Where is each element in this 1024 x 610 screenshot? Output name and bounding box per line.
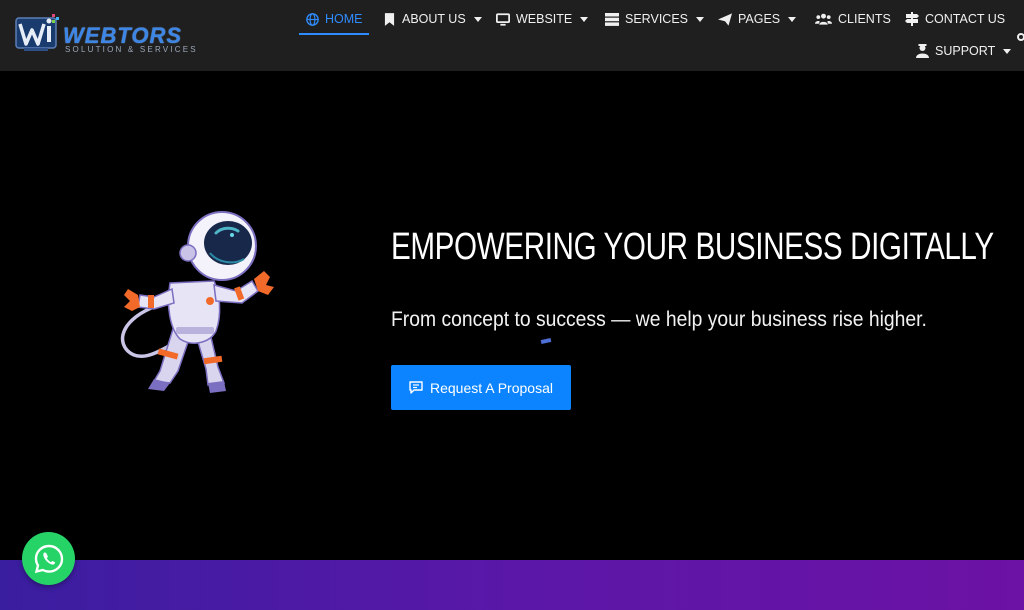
nav-about-us[interactable]: ABOUT US	[382, 9, 482, 29]
chevron-down-icon	[696, 16, 704, 22]
nav-services[interactable]: SERVICES	[605, 9, 704, 29]
globe-icon	[305, 12, 319, 26]
brand-logo[interactable]: WEBTORS SOLUTION & SERVICES	[14, 8, 204, 60]
active-nav-indicator	[299, 33, 369, 35]
next-section-band	[0, 560, 1024, 610]
hero-subtitle: From concept to success — we help your b…	[391, 308, 927, 331]
nav-website-label: WEBSITE	[516, 12, 573, 26]
nav-clients-label: CLIENTS	[838, 12, 891, 26]
nav-support-label: SUPPORT	[935, 44, 996, 58]
scroll-indicator	[1017, 33, 1024, 41]
chevron-down-icon	[473, 16, 482, 22]
nav-pages-label: PAGES	[738, 12, 781, 26]
site-header: WEBTORS SOLUTION & SERVICES HOME ABOUT U…	[0, 0, 1024, 71]
paper-plane-icon	[718, 12, 732, 26]
users-icon	[814, 12, 832, 26]
whatsapp-chat-button[interactable]	[22, 532, 75, 585]
chevron-down-icon	[1003, 48, 1012, 54]
chevron-down-icon	[788, 16, 797, 22]
nav-clients[interactable]: CLIENTS	[814, 9, 891, 29]
bookmark-icon	[382, 12, 396, 26]
hero-title: EMPOWERING YOUR BUSINESS DIGITALLY	[391, 226, 994, 268]
message-icon	[409, 381, 423, 394]
support-agent-icon	[915, 44, 929, 58]
request-proposal-label: Request A Proposal	[430, 379, 553, 396]
nav-support[interactable]: SUPPORT	[915, 41, 1012, 61]
monitor-icon	[496, 12, 510, 26]
nav-contact-us-label: CONTACT US	[925, 12, 1006, 26]
astronaut-illustration	[120, 211, 274, 393]
signpost-icon	[905, 12, 919, 26]
nav-services-label: SERVICES	[625, 12, 688, 26]
hero-section: EMPOWERING YOUR BUSINESS DIGITALLY From …	[0, 71, 1024, 560]
nav-home-label: HOME	[325, 12, 363, 26]
nav-contact-us[interactable]: CONTACT US	[905, 9, 1005, 29]
nav-about-us-label: ABOUT US	[402, 12, 466, 26]
brand-mark-icon	[15, 14, 59, 51]
decorative-sparkle	[540, 338, 552, 344]
request-proposal-button[interactable]: Request A Proposal	[391, 365, 571, 410]
nav-home[interactable]: HOME	[305, 9, 363, 29]
nav-pages[interactable]: PAGES	[718, 9, 797, 29]
nav-website[interactable]: WEBSITE	[496, 9, 589, 29]
server-icon	[605, 12, 619, 26]
chevron-down-icon	[580, 16, 589, 22]
whatsapp-icon	[34, 544, 63, 573]
brand-tagline: SOLUTION & SERVICES	[65, 45, 198, 54]
